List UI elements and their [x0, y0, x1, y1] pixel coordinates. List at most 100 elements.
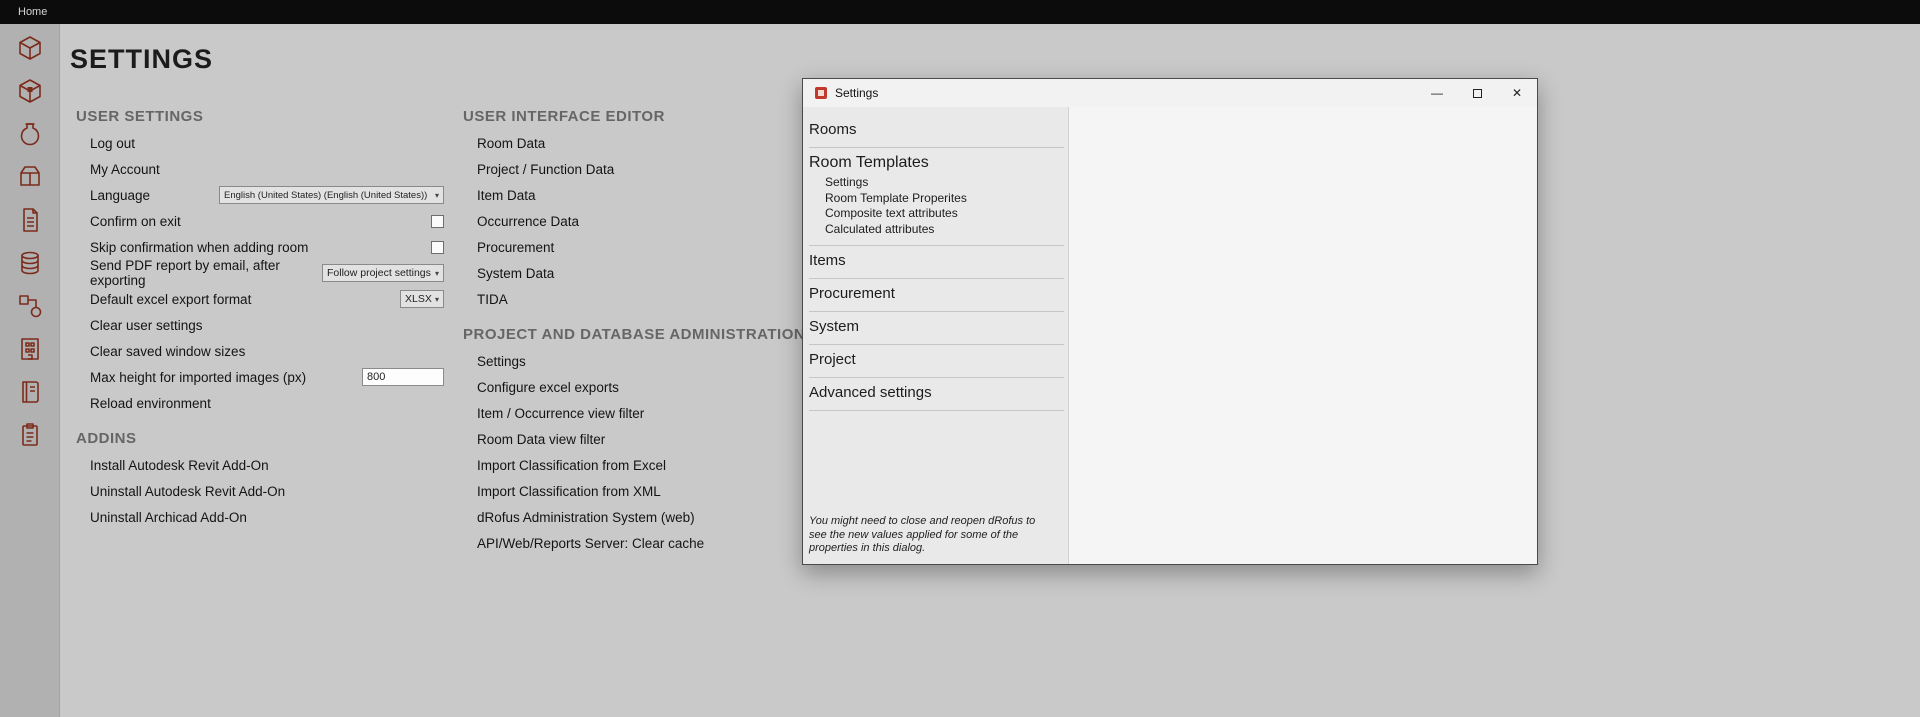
language-dropdown[interactable]: English (United States) (English (United…: [219, 186, 444, 204]
skip-confirmation-row: Skip confirmation when adding room: [76, 234, 444, 260]
room-templates-subitems: Settings Room Template Properites Compos…: [809, 175, 1064, 237]
addins-heading: ADDINS: [76, 430, 444, 452]
app-window: Home SETTIN: [0, 0, 1920, 717]
import-classification-xml-label: Import Classification from XML: [477, 484, 661, 499]
dialog-nav-subitem-composite-text-attributes[interactable]: Composite text attributes: [825, 206, 1064, 222]
clear-user-settings-link[interactable]: Clear user settings: [76, 312, 444, 338]
configure-excel-exports-link[interactable]: Configure excel exports: [463, 374, 825, 400]
workflow-icon[interactable]: [14, 290, 46, 322]
dialog-nav-item-procurement[interactable]: Procurement: [809, 284, 1064, 303]
import-classification-xml-link[interactable]: Import Classification from XML: [463, 478, 825, 504]
home-tab[interactable]: Home: [18, 6, 47, 18]
dialog-titlebar[interactable]: Settings — ✕: [803, 79, 1537, 107]
confirm-on-exit-checkbox[interactable]: [431, 215, 444, 228]
occurrence-data-link[interactable]: Occurrence Data: [463, 208, 825, 234]
dialog-nav-subitem-room-template-properties[interactable]: Room Template Properites: [825, 191, 1064, 207]
dialog-nav-item-project[interactable]: Project: [809, 350, 1064, 369]
dialog-nav-group-items: Items: [809, 246, 1064, 279]
chevron-down-icon: ▾: [435, 269, 439, 278]
dialog-nav-item-system[interactable]: System: [809, 317, 1064, 336]
tida-label: TIDA: [477, 292, 508, 307]
max-image-height-input[interactable]: [362, 368, 444, 386]
icon-sidebar: [0, 24, 60, 717]
import-classification-excel-link[interactable]: Import Classification from Excel: [463, 452, 825, 478]
document-icon[interactable]: [14, 204, 46, 236]
package-icon[interactable]: [14, 161, 46, 193]
minimize-button[interactable]: —: [1417, 79, 1457, 107]
skip-confirmation-checkbox[interactable]: [431, 241, 444, 254]
report-icon[interactable]: [14, 419, 46, 451]
dialog-nav-group-project: Project: [809, 345, 1064, 378]
clear-cache-label: API/Web/Reports Server: Clear cache: [477, 536, 704, 551]
max-image-height-row: Max height for imported images (px): [76, 364, 444, 390]
uninstall-revit-addon-label: Uninstall Autodesk Revit Add-On: [90, 484, 285, 499]
database-icon[interactable]: [14, 247, 46, 279]
room-data-view-filter-link[interactable]: Room Data view filter: [463, 426, 825, 452]
clear-window-sizes-link[interactable]: Clear saved window sizes: [76, 338, 444, 364]
clear-cache-link[interactable]: API/Web/Reports Server: Clear cache: [463, 530, 825, 556]
install-revit-addon-label: Install Autodesk Revit Add-On: [90, 458, 269, 473]
room-data-view-filter-label: Room Data view filter: [477, 432, 605, 447]
dialog-nav-item-advanced-settings[interactable]: Advanced settings: [809, 383, 1064, 402]
dialog-nav-group-rooms: Rooms: [809, 115, 1064, 148]
system-data-link[interactable]: System Data: [463, 260, 825, 286]
item-data-link[interactable]: Item Data: [463, 182, 825, 208]
occurrence-data-label: Occurrence Data: [477, 214, 579, 229]
settings-dialog: Settings — ✕ Rooms Room Templates Setti: [802, 78, 1538, 565]
drofus-app-icon: [814, 86, 828, 100]
settings-column-right: USER INTERFACE EDITOR Room Data Project …: [463, 108, 825, 556]
dialog-nav-subitem-calculated-attributes[interactable]: Calculated attributes: [825, 222, 1064, 238]
log-out-link[interactable]: Log out: [76, 130, 444, 156]
clear-window-sizes-label: Clear saved window sizes: [90, 344, 245, 359]
excel-format-dropdown[interactable]: XLSX ▾: [400, 290, 444, 308]
send-pdf-label: Send PDF report by email, after exportin…: [90, 258, 322, 288]
uninstall-archicad-addon-link[interactable]: Uninstall Archicad Add-On: [76, 504, 444, 530]
dialog-title: Settings: [835, 86, 878, 100]
reload-environment-label: Reload environment: [90, 396, 211, 411]
drofus-logo-icon[interactable]: [14, 32, 46, 64]
my-account-label: My Account: [90, 162, 160, 177]
model-cube-icon[interactable]: [14, 75, 46, 107]
chevron-down-icon: ▾: [435, 295, 439, 304]
confirm-on-exit-row: Confirm on exit: [76, 208, 444, 234]
admin-settings-label: Settings: [477, 354, 526, 369]
excel-format-label: Default excel export format: [90, 292, 251, 307]
ui-editor-heading: USER INTERFACE EDITOR: [463, 108, 825, 130]
close-icon: ✕: [1512, 86, 1522, 100]
close-button[interactable]: ✕: [1497, 79, 1537, 107]
uninstall-revit-addon-link[interactable]: Uninstall Autodesk Revit Add-On: [76, 478, 444, 504]
user-settings-heading: USER SETTINGS: [76, 108, 444, 130]
minimize-icon: —: [1431, 86, 1443, 100]
item-data-label: Item Data: [477, 188, 536, 203]
project-function-data-link[interactable]: Project / Function Data: [463, 156, 825, 182]
dialog-content-pane: [1068, 107, 1537, 564]
admin-settings-link[interactable]: Settings: [463, 348, 825, 374]
procurement-link[interactable]: Procurement: [463, 234, 825, 260]
flask-icon[interactable]: [14, 118, 46, 150]
room-data-link[interactable]: Room Data: [463, 130, 825, 156]
my-account-link[interactable]: My Account: [76, 156, 444, 182]
send-pdf-value: Follow project settings: [327, 267, 431, 279]
dialog-footer-note: You might need to close and reopen dRofu…: [809, 515, 1052, 556]
drofus-admin-system-label: dRofus Administration System (web): [477, 510, 695, 525]
book-icon[interactable]: [14, 376, 46, 408]
language-label: Language: [90, 188, 150, 203]
drofus-admin-system-link[interactable]: dRofus Administration System (web): [463, 504, 825, 530]
confirm-on-exit-label: Confirm on exit: [90, 214, 181, 229]
language-value: English (United States) (English (United…: [224, 190, 427, 201]
dialog-nav-item-items[interactable]: Items: [809, 251, 1064, 270]
install-revit-addon-link[interactable]: Install Autodesk Revit Add-On: [76, 452, 444, 478]
building-grid-icon[interactable]: [14, 333, 46, 365]
max-image-height-label: Max height for imported images (px): [90, 370, 306, 385]
send-pdf-dropdown[interactable]: Follow project settings ▾: [322, 264, 444, 282]
maximize-button[interactable]: [1457, 79, 1497, 107]
dialog-nav-item-room-templates[interactable]: Room Templates: [809, 153, 1064, 172]
dialog-body: Rooms Room Templates Settings Room Templ…: [803, 107, 1537, 564]
dialog-nav-group-system: System: [809, 312, 1064, 345]
dialog-nav-group-advanced-settings: Advanced settings: [809, 378, 1064, 411]
reload-environment-link[interactable]: Reload environment: [76, 390, 444, 416]
tida-link[interactable]: TIDA: [463, 286, 825, 312]
dialog-nav-item-rooms[interactable]: Rooms: [809, 120, 1064, 139]
item-occurrence-view-filter-link[interactable]: Item / Occurrence view filter: [463, 400, 825, 426]
dialog-nav-subitem-settings[interactable]: Settings: [825, 175, 1064, 191]
